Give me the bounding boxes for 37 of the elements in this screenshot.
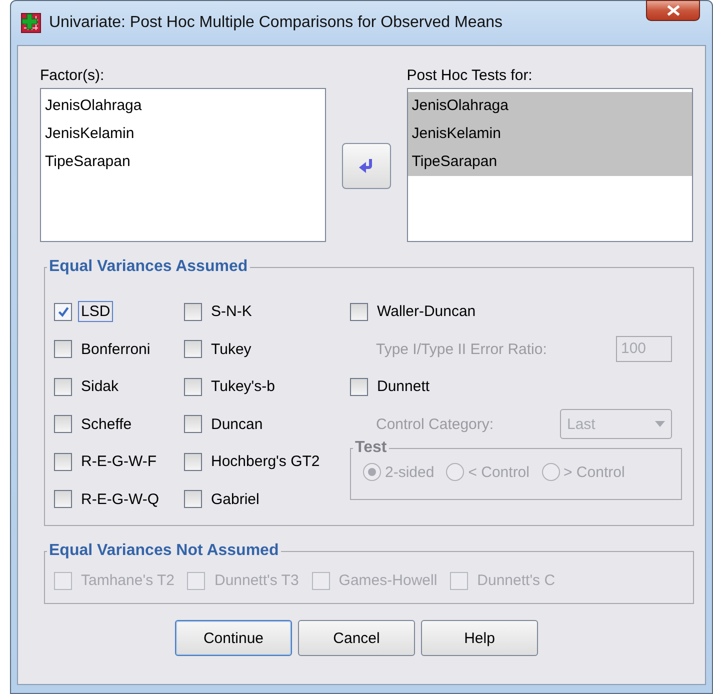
dropdown-label: Control Category: xyxy=(376,416,494,433)
group-title: Test xyxy=(354,439,388,457)
checkbox[interactable]: Hochberg's GT2 xyxy=(184,443,350,480)
group-title: Equal Variances Not Assumed xyxy=(48,542,280,560)
checkbox[interactable]: Bonferroni xyxy=(54,330,184,368)
dialog-button[interactable]: Continue xyxy=(175,620,292,656)
group-title: Equal Variances Assumed xyxy=(48,258,249,276)
checkbox[interactable]: Duncan xyxy=(184,406,350,443)
checkbox[interactable]: Sidak xyxy=(54,368,184,406)
checkbox[interactable]: Scheffe xyxy=(54,406,184,443)
dropdown-caret-icon xyxy=(655,421,665,428)
close-icon xyxy=(666,5,680,16)
close-button[interactable] xyxy=(646,0,700,21)
list-item[interactable]: JenisOlahraga xyxy=(41,92,326,120)
window-title: Univariate: Post Hoc Multiple Comparisons for Observed Means xyxy=(49,14,503,32)
checkbox[interactable]: Tukey's-b xyxy=(184,368,350,406)
checkbox[interactable]: Gabriel xyxy=(184,480,350,518)
list-label: Post Hoc Tests for: xyxy=(406,66,534,86)
list-item[interactable]: TipeSarapan xyxy=(41,148,326,176)
checkbox[interactable]: Waller-Duncan xyxy=(350,293,686,330)
list-item[interactable]: JenisKelamin xyxy=(408,120,692,148)
spreadsheet-plus-icon xyxy=(21,13,41,33)
list-item[interactable]: TipeSarapan xyxy=(408,148,692,176)
list-item[interactable]: JenisOlahraga xyxy=(408,92,692,120)
checkbox[interactable]: R-E-G-W-Q xyxy=(54,480,184,518)
checkmark-icon xyxy=(56,305,70,318)
list-label: Factor(s): xyxy=(40,66,106,86)
checkbox[interactable]: Dunnett xyxy=(350,368,686,406)
field-label: Type I/Type II Error Ratio: xyxy=(376,340,547,358)
checkbox[interactable]: Tukey xyxy=(184,330,350,368)
dialog-button[interactable]: Cancel xyxy=(298,620,415,656)
dialog-button[interactable]: Help xyxy=(421,620,538,656)
checkbox[interactable]: LSD xyxy=(54,293,184,330)
list-item[interactable]: JenisKelamin xyxy=(41,120,326,148)
checkbox[interactable]: S-N-K xyxy=(184,293,350,330)
move-button[interactable] xyxy=(342,143,391,189)
checkbox[interactable]: R-E-G-W-F xyxy=(54,443,184,480)
